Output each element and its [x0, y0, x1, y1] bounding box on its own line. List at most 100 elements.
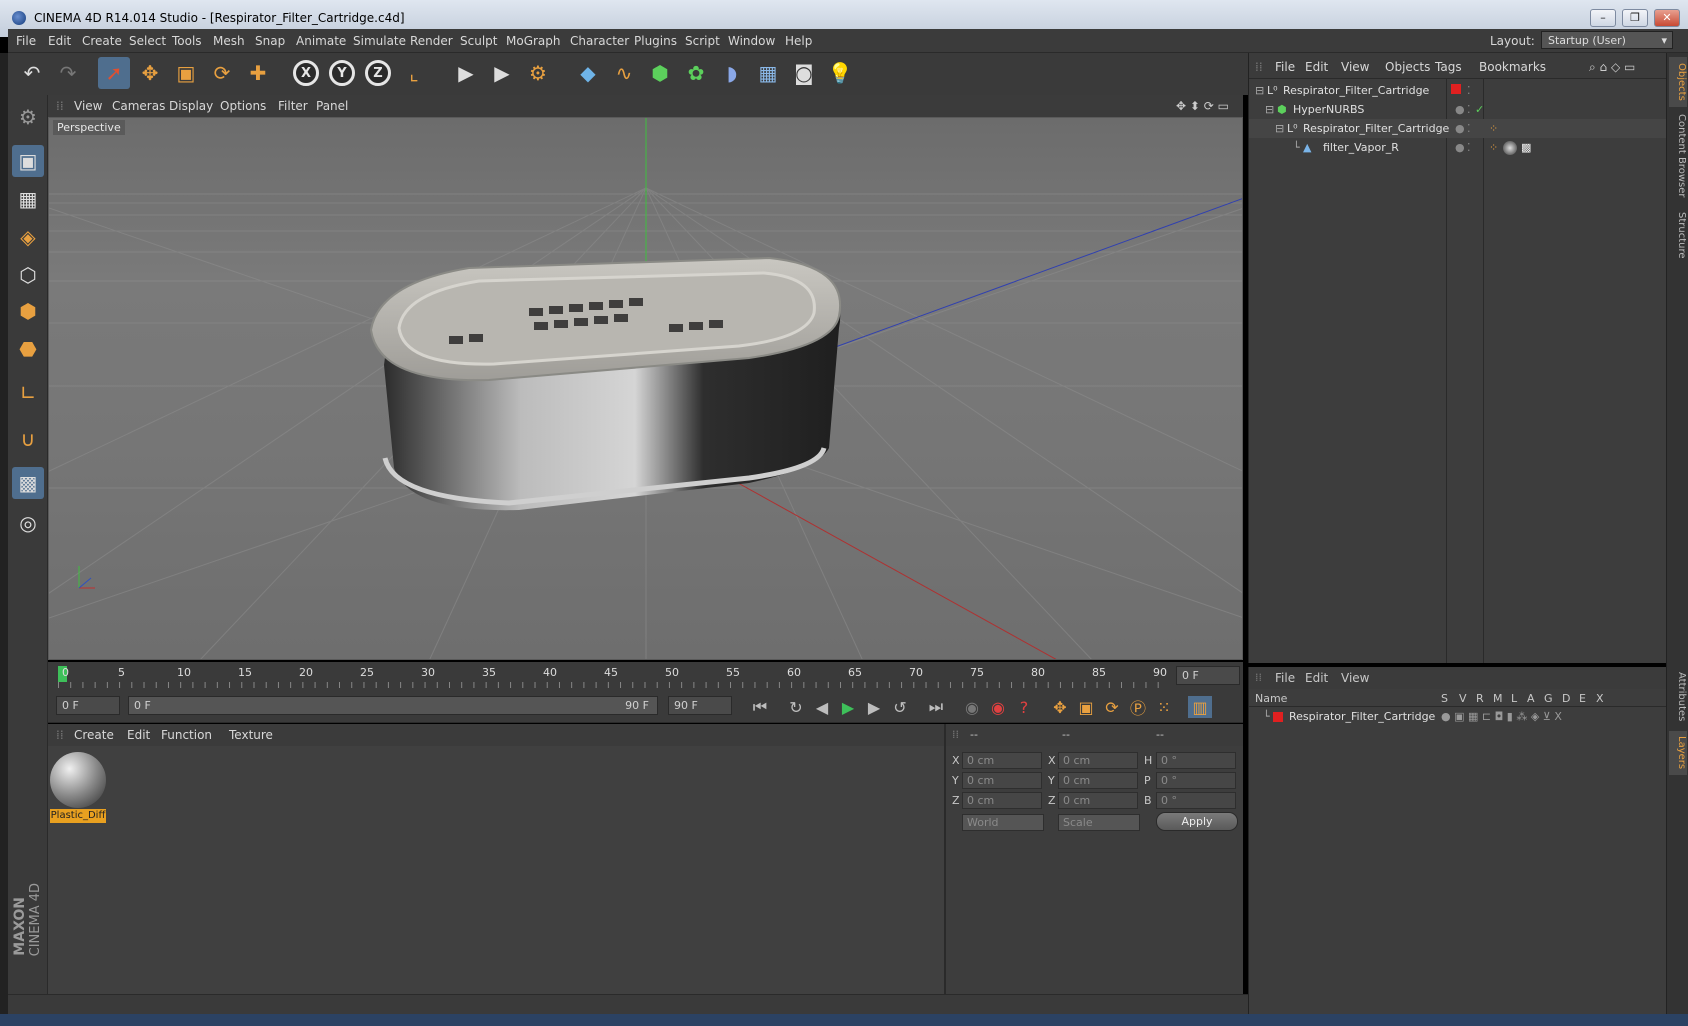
viewport-menu-cameras[interactable]: Cameras	[112, 99, 165, 113]
viewport-menu-view[interactable]: View	[74, 99, 102, 113]
3d-viewport[interactable]: Perspective	[48, 117, 1243, 660]
locked-workplane-icon[interactable]: ▩	[12, 467, 44, 499]
floor-icon[interactable]: ▦	[752, 57, 784, 89]
rotate-icon[interactable]: ⟳	[206, 57, 238, 89]
object-menu-objects[interactable]: Objects	[1385, 60, 1430, 74]
render-picture-viewer-icon[interactable]: ▶	[486, 57, 518, 89]
material-menu-edit[interactable]: Edit	[127, 728, 150, 742]
size-z-input[interactable]: 0 cm	[1058, 792, 1138, 809]
menu-select[interactable]: Select	[129, 34, 166, 48]
viewport-menu-display[interactable]: Display	[169, 99, 213, 113]
layer-col-solo[interactable]: S	[1441, 692, 1448, 705]
menu-edit[interactable]: Edit	[48, 34, 71, 48]
menu-render[interactable]: Render	[410, 34, 453, 48]
layer-col-generators[interactable]: G	[1544, 692, 1553, 705]
end-frame-field[interactable]: 90 F	[668, 696, 732, 715]
key-position-icon[interactable]: ✥	[1048, 696, 1072, 718]
object-row[interactable]: ⊟ ⬢ HyperNURBS ● ⁚ ✓	[1249, 100, 1667, 119]
menu-mograph[interactable]: MoGraph	[506, 34, 561, 48]
layer-col-render[interactable]: R	[1476, 692, 1484, 705]
collapse-icon[interactable]: ⊟	[1275, 122, 1284, 135]
material-menu-texture[interactable]: Texture	[229, 728, 273, 742]
object-menu-file[interactable]: File	[1275, 60, 1295, 74]
autokey-icon[interactable]: ◉	[986, 696, 1010, 718]
step-back-icon[interactable]: ◀	[810, 696, 834, 718]
add-object-icon[interactable]: ✚	[242, 57, 274, 89]
material-menu-create[interactable]: Create	[74, 728, 114, 742]
play-icon[interactable]: ▶	[836, 696, 860, 718]
scale-icon[interactable]: ▣	[170, 57, 202, 89]
layer-col-expressions[interactable]: E	[1579, 692, 1586, 705]
frame-range-slider[interactable]: 0 F 90 F	[128, 696, 658, 715]
rotation-p-input[interactable]: 0 °	[1156, 772, 1236, 789]
layer-toggle-icons[interactable]: ● ▣ ▦ ⊏ ◘ ▮ ⁂ ◈ ⊻ Ⅹ	[1441, 710, 1562, 723]
layer-col-locked[interactable]: L	[1511, 692, 1517, 705]
layer-menu-view[interactable]: View	[1341, 671, 1369, 685]
go-to-start-icon[interactable]: ⏮	[748, 696, 772, 718]
start-frame-field[interactable]: 0 F	[56, 696, 120, 715]
menu-mesh[interactable]: Mesh	[213, 34, 245, 48]
menu-animate[interactable]: Animate	[296, 34, 346, 48]
layer-col-manager[interactable]: M	[1493, 692, 1503, 705]
keyframe-help-icon[interactable]: ?	[1012, 696, 1036, 718]
menu-help[interactable]: Help	[785, 34, 812, 48]
y-axis-lock-button[interactable]: Y	[326, 57, 358, 89]
key-parameter-icon[interactable]: Ⓟ	[1126, 696, 1150, 718]
make-editable-icon[interactable]: ⚙	[12, 101, 44, 133]
live-selection-icon[interactable]: ➚	[98, 57, 130, 89]
camera-icon[interactable]: ◙	[788, 57, 820, 89]
object-menu-tags[interactable]: Tags	[1435, 60, 1462, 74]
spline-icon[interactable]: ∿	[608, 57, 640, 89]
layer-col-deformers[interactable]: D	[1562, 692, 1570, 705]
tab-objects[interactable]: Objects	[1669, 57, 1687, 107]
visibility-dots[interactable]: ⁚	[1467, 103, 1471, 116]
position-z-input[interactable]: 0 cm	[962, 792, 1042, 809]
menu-snap[interactable]: Snap	[255, 34, 285, 48]
tab-structure[interactable]: Structure	[1669, 205, 1687, 265]
visibility-dots[interactable]: ⁚	[1467, 84, 1471, 97]
array-icon[interactable]: ✿	[680, 57, 712, 89]
polygons-mode-icon[interactable]: ⬣	[12, 333, 44, 365]
deformer-icon[interactable]: ◗	[716, 57, 748, 89]
coordinate-system-icon[interactable]: ⌞	[398, 57, 430, 89]
render-view-icon[interactable]: ▶	[450, 57, 482, 89]
layer-col-animation[interactable]: A	[1527, 692, 1535, 705]
close-button[interactable]: ✕	[1654, 9, 1680, 27]
viewport-menu-panel[interactable]: Panel	[316, 99, 348, 113]
material-menu-function[interactable]: Function	[161, 728, 212, 742]
menu-simulate[interactable]: Simulate	[353, 34, 406, 48]
object-menu-edit[interactable]: Edit	[1305, 60, 1328, 74]
menu-window[interactable]: Window	[728, 34, 775, 48]
tab-layers[interactable]: Layers	[1669, 731, 1687, 775]
timeline-window-icon[interactable]: ▥	[1188, 696, 1212, 718]
undo-icon[interactable]: ↶	[16, 57, 48, 89]
axis-mode-icon[interactable]: ∟	[12, 377, 44, 409]
material-tag-icon[interactable]	[1503, 141, 1517, 155]
object-search-icon[interactable]: ⌕ ⌂ ◇ ▭	[1589, 60, 1635, 75]
layer-menu-file[interactable]: File	[1275, 671, 1295, 685]
model-mode-icon[interactable]: ▣	[12, 145, 44, 177]
visibility-dots[interactable]: ⁚	[1467, 122, 1471, 135]
position-x-input[interactable]: 0 cm	[962, 752, 1042, 769]
record-keys-icon[interactable]: ◉	[960, 696, 984, 718]
menu-file[interactable]: File	[16, 34, 36, 48]
render-settings-icon[interactable]: ⚙	[522, 57, 554, 89]
layer-menu-edit[interactable]: Edit	[1305, 671, 1328, 685]
viewport-menu-options[interactable]: Options	[220, 99, 266, 113]
layer-color-swatch[interactable]	[1273, 712, 1283, 722]
planar-workplane-icon[interactable]: ◎	[12, 507, 44, 539]
current-frame-field[interactable]: 0 F	[1176, 666, 1240, 685]
material-swatch[interactable]: Plastic_Diff	[50, 752, 106, 823]
repeat-icon[interactable]: ↺	[888, 696, 912, 718]
object-row[interactable]: ⊟ L⁰ Respirator_Filter_Cartridge ⁚	[1249, 81, 1667, 100]
object-menu-bookmarks[interactable]: Bookmarks	[1479, 60, 1546, 74]
rotation-h-input[interactable]: 0 °	[1156, 752, 1236, 769]
menu-character[interactable]: Character	[570, 34, 629, 48]
object-menu-view[interactable]: View	[1341, 60, 1369, 74]
position-y-input[interactable]: 0 cm	[962, 772, 1042, 789]
menu-sculpt[interactable]: Sculpt	[460, 34, 497, 48]
loop-icon[interactable]: ↻	[784, 696, 808, 718]
key-pla-icon[interactable]: ⁙	[1152, 696, 1176, 718]
size-y-input[interactable]: 0 cm	[1058, 772, 1138, 789]
tab-content-browser[interactable]: Content Browser	[1669, 111, 1687, 201]
